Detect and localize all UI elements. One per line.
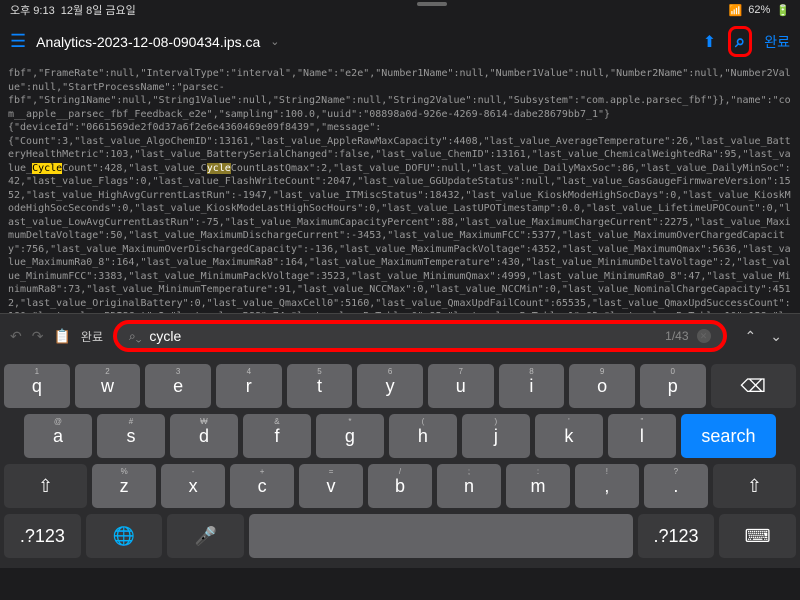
key-globe[interactable]: 🌐 [86,514,163,558]
key-space[interactable] [249,514,633,558]
keyboard: 1q2w3e4r5t6y7u8i9o0p⌫ @a#s₩d&f*g(h)j'k"l… [0,358,800,568]
key-y[interactable]: 6y [357,364,423,408]
key-shift[interactable]: ⇧ [4,464,87,508]
key-.[interactable]: ?. [644,464,708,508]
prev-match[interactable]: ⌃ [745,328,757,345]
clear-icon[interactable]: ✕ [697,329,711,343]
key-c[interactable]: +c [230,464,294,508]
key-s[interactable]: #s [97,414,165,458]
key-o[interactable]: 9o [569,364,635,408]
undo-icon[interactable]: ↶ [10,328,22,345]
chevron-down-icon[interactable]: ⌄ [270,35,279,48]
key-backspace[interactable]: ⌫ [711,364,796,408]
match-highlight-dim: ycle [207,163,231,174]
search-toggle[interactable]: ⌕ [728,26,752,57]
log-content[interactable]: fbf","FrameRate":null,"IntervalType":"in… [0,63,800,313]
key-i[interactable]: 8i [499,364,565,408]
key-t[interactable]: 5t [287,364,353,408]
home-pill [417,2,447,6]
key-num[interactable]: .?123 [4,514,81,558]
key-e[interactable]: 3e [145,364,211,408]
key-j[interactable]: )j [462,414,530,458]
key-d[interactable]: ₩d [170,414,238,458]
key-z[interactable]: %z [92,464,156,508]
key-w[interactable]: 2w [75,364,141,408]
match-count: 1/43 [665,329,688,343]
key-b[interactable]: /b [368,464,432,508]
filename[interactable]: Analytics-2023-12-08-090434.ips.ca [36,34,260,50]
key-a[interactable]: @a [24,414,92,458]
battery-icon: 🔋 [776,4,790,17]
search-icon: ⌕ [735,31,745,51]
key-num-r[interactable]: .?123 [638,514,715,558]
search-field[interactable]: ⌕⌄ 1/43 ✕ [113,320,727,352]
key-,[interactable]: !, [575,464,639,508]
key-l[interactable]: "l [608,414,676,458]
key-f[interactable]: &f [243,414,311,458]
match-highlight: Cycle [32,163,62,174]
search-done[interactable]: 완료 [81,328,103,345]
search-icon-small: ⌕⌄ [129,329,141,344]
key-k[interactable]: 'k [535,414,603,458]
key-r[interactable]: 4r [216,364,282,408]
done-button[interactable]: 완료 [764,32,790,52]
key-g[interactable]: *g [316,414,384,458]
key-n[interactable]: ;n [437,464,501,508]
key-q[interactable]: 1q [4,364,70,408]
key-shift-r[interactable]: ⇧ [713,464,796,508]
battery-pct: 62% [748,4,770,16]
key-hide-kb[interactable]: ⌨ [719,514,796,558]
key-p[interactable]: 0p [640,364,706,408]
share-icon[interactable]: ⬆ [703,32,716,52]
key-h[interactable]: (h [389,414,457,458]
date: 12월 8일 금요일 [61,2,136,18]
key-x[interactable]: -x [161,464,225,508]
wifi-icon: 📶 [729,4,743,17]
key-v[interactable]: =v [299,464,363,508]
redo-icon[interactable]: ↷ [32,328,44,345]
key-u[interactable]: 7u [428,364,494,408]
key-m[interactable]: :m [506,464,570,508]
key-search[interactable]: search [681,414,776,458]
key-mic[interactable]: 🎤 [167,514,244,558]
time: 오후 9:13 [10,2,55,18]
menu-icon[interactable]: ☰ [10,31,26,52]
search-input[interactable] [149,328,657,344]
next-match[interactable]: ⌄ [770,328,782,345]
clipboard-icon[interactable]: 📋 [53,328,70,345]
